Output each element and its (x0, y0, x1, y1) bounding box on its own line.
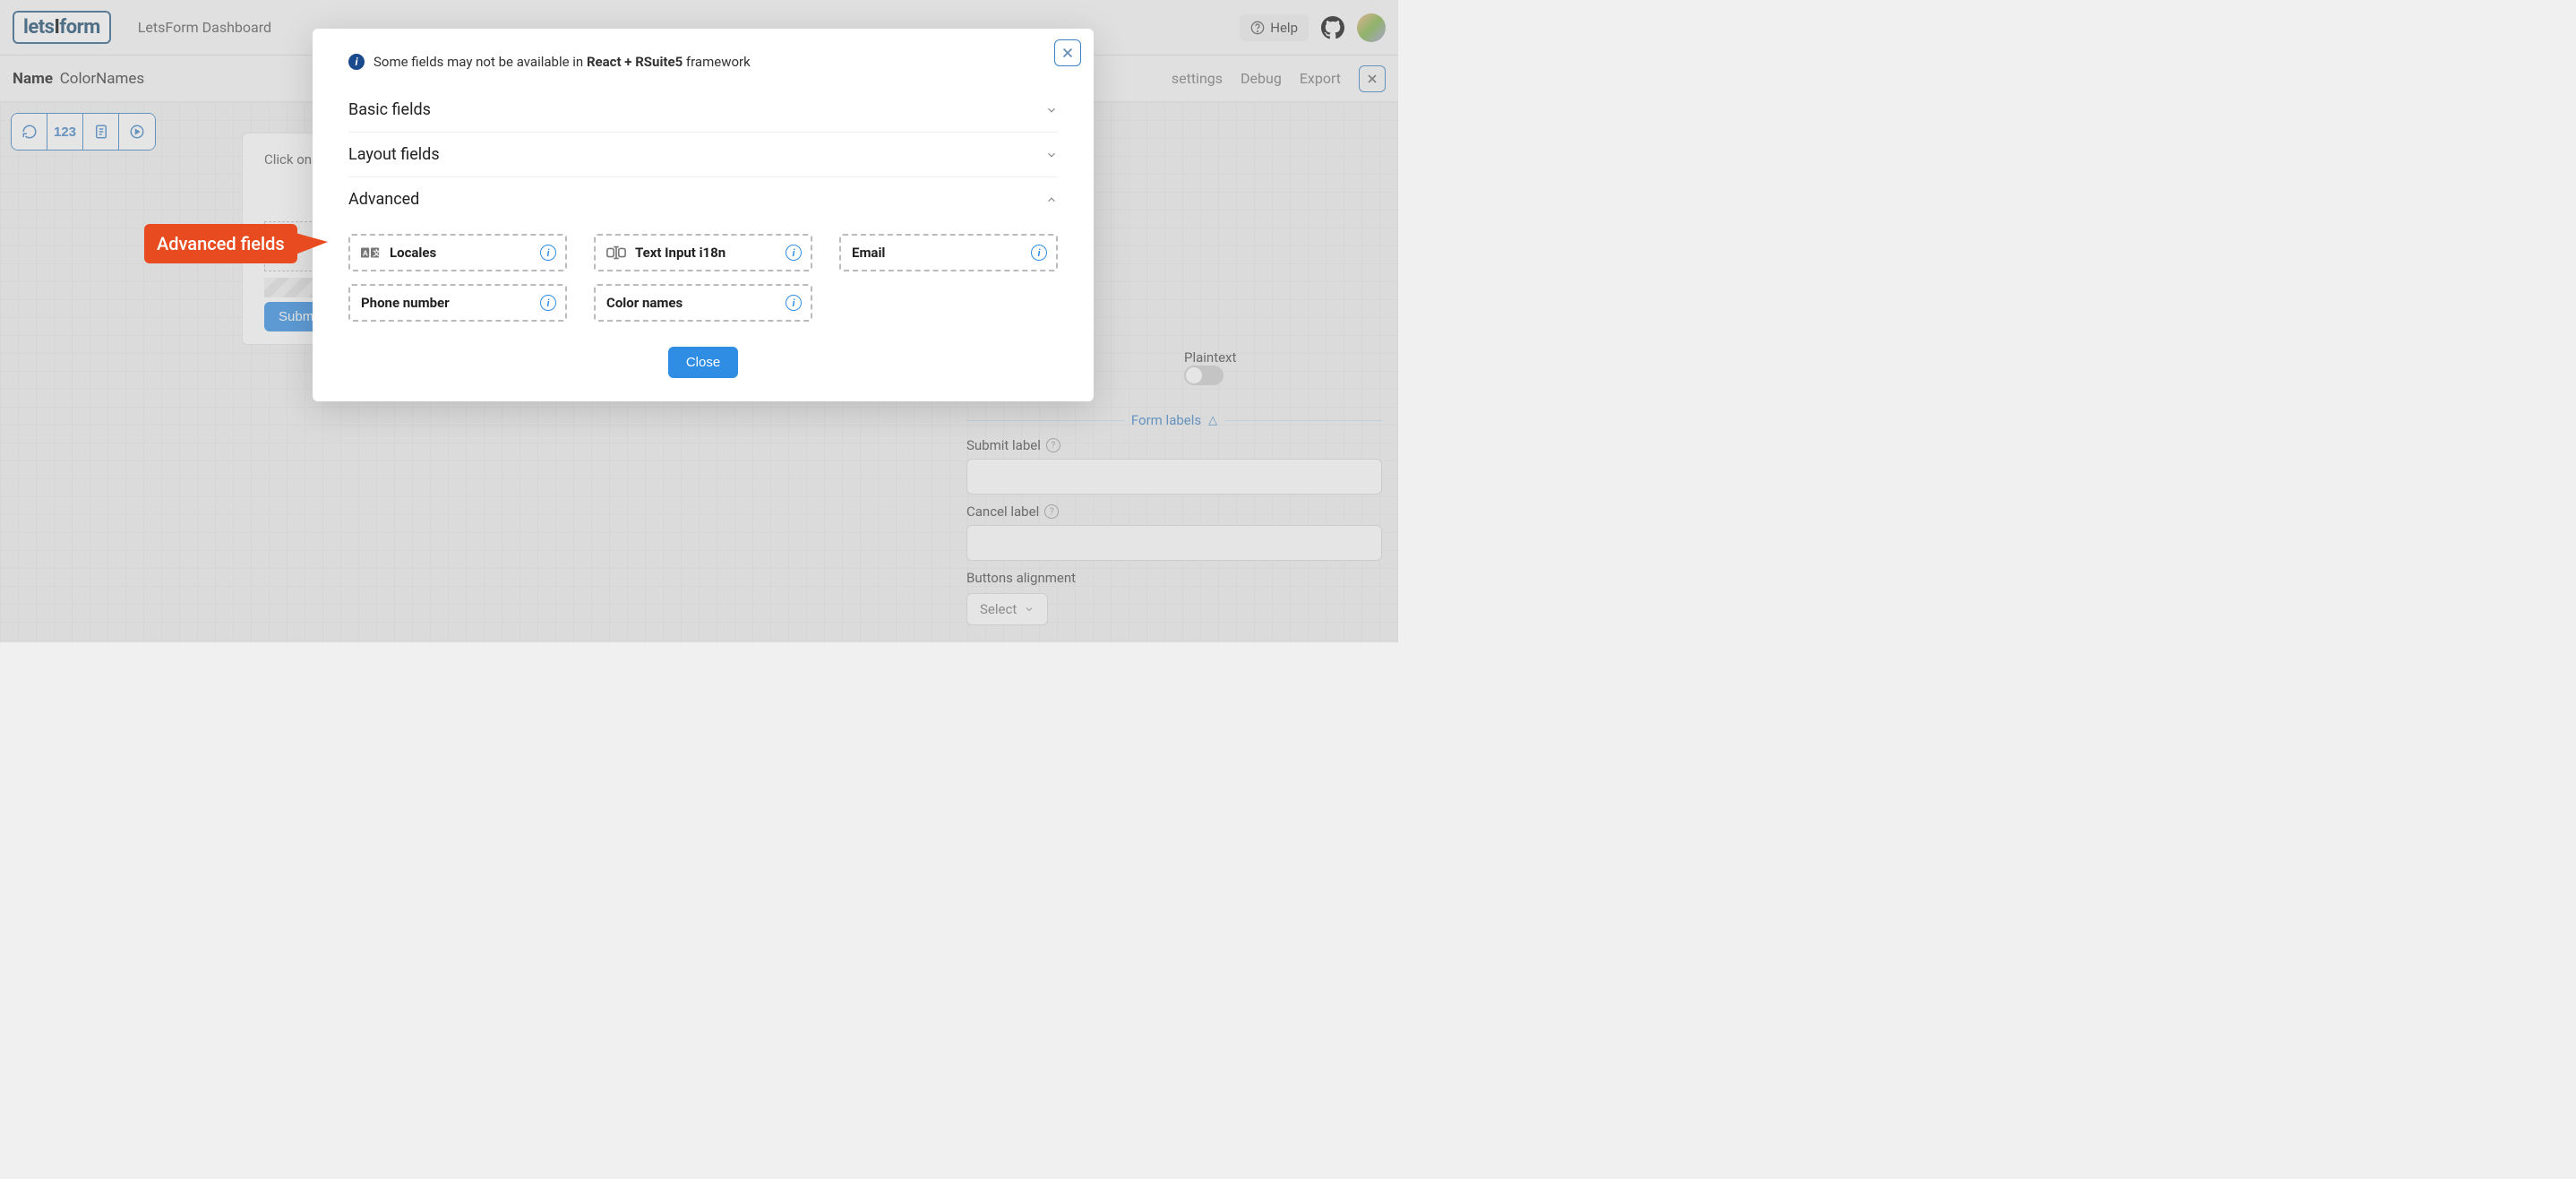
user-avatar[interactable] (1357, 13, 1386, 42)
field-color-names[interactable]: Color names i (594, 284, 812, 322)
help-icon (1250, 21, 1265, 35)
section-advanced[interactable]: Advanced (348, 177, 1058, 221)
submit-label-label: Submit label? (966, 437, 1382, 453)
locales-icon: A文 (361, 245, 381, 261)
info-icon[interactable]: ? (1046, 438, 1060, 452)
svg-text:文: 文 (373, 249, 381, 258)
info-icon[interactable]: i (786, 245, 802, 261)
dashboard-title: LetsForm Dashboard (138, 19, 271, 36)
chevron-down-icon (1045, 104, 1058, 116)
info-icon: i (348, 54, 365, 70)
text-input-icon (606, 245, 626, 261)
field-text-input-i18n[interactable]: Text Input i18n i (594, 234, 812, 271)
section-layout-fields[interactable]: Layout fields (348, 133, 1058, 177)
callout-arrow-icon (296, 233, 328, 254)
refresh-icon (21, 124, 38, 140)
plaintext-toggle[interactable] (1184, 366, 1224, 385)
plaintext-label: Plaintext (1184, 349, 1382, 366)
document-icon (93, 124, 109, 140)
form-labels-section[interactable]: Form labels△ (966, 412, 1382, 428)
info-icon[interactable]: ? (1044, 504, 1059, 519)
collapse-icon: △ (1208, 414, 1217, 427)
buttons-alignment-label: Buttons alignment (966, 570, 1382, 586)
logo[interactable]: letsIform (13, 11, 111, 44)
play-icon (129, 124, 145, 140)
cancel-label-input[interactable] (966, 525, 1382, 561)
field-email[interactable]: Email i (839, 234, 1058, 271)
modal-close-action[interactable]: Close (668, 347, 738, 378)
buttons-alignment-select[interactable]: Select (966, 593, 1048, 625)
numbers-button[interactable]: 123 (47, 114, 83, 150)
form-name-label: Name (13, 70, 53, 88)
chevron-down-icon (1045, 149, 1058, 161)
play-button[interactable] (119, 114, 155, 150)
chevron-up-icon (1045, 194, 1058, 206)
tab-debug[interactable]: Debug (1241, 70, 1282, 87)
svg-text:A: A (363, 250, 368, 258)
form-button[interactable] (83, 114, 119, 150)
close-icon (1365, 72, 1379, 86)
callout-advanced-fields: Advanced fields (144, 224, 328, 263)
add-field-modal: i Some fields may not be available in Re… (313, 29, 1094, 401)
framework-notice: i Some fields may not be available in Re… (348, 54, 1058, 70)
field-locales[interactable]: A文 Locales i (348, 234, 567, 271)
info-icon[interactable]: i (1031, 245, 1047, 261)
submit-label-input[interactable] (966, 459, 1382, 495)
github-icon[interactable] (1321, 16, 1344, 39)
close-icon (1060, 45, 1076, 61)
form-name-value: ColorNames (60, 70, 144, 88)
left-toolbar: 123 (11, 113, 156, 151)
info-icon[interactable]: i (540, 295, 556, 311)
tab-settings[interactable]: settings (1172, 70, 1223, 87)
modal-close-button[interactable] (1054, 39, 1081, 66)
close-panel-button[interactable] (1359, 65, 1386, 92)
tab-export[interactable]: Export (1300, 70, 1341, 87)
info-icon[interactable]: i (786, 295, 802, 311)
cancel-label-label: Cancel label? (966, 503, 1382, 520)
info-icon[interactable]: i (540, 245, 556, 261)
chevron-down-icon (1024, 604, 1035, 615)
help-button[interactable]: Help (1240, 14, 1309, 41)
field-phone-number[interactable]: Phone number i (348, 284, 567, 322)
refresh-button[interactable] (12, 114, 47, 150)
section-basic-fields[interactable]: Basic fields (348, 88, 1058, 133)
advanced-field-grid: A文 Locales i Text Input i18n i Email i P… (348, 234, 1058, 322)
